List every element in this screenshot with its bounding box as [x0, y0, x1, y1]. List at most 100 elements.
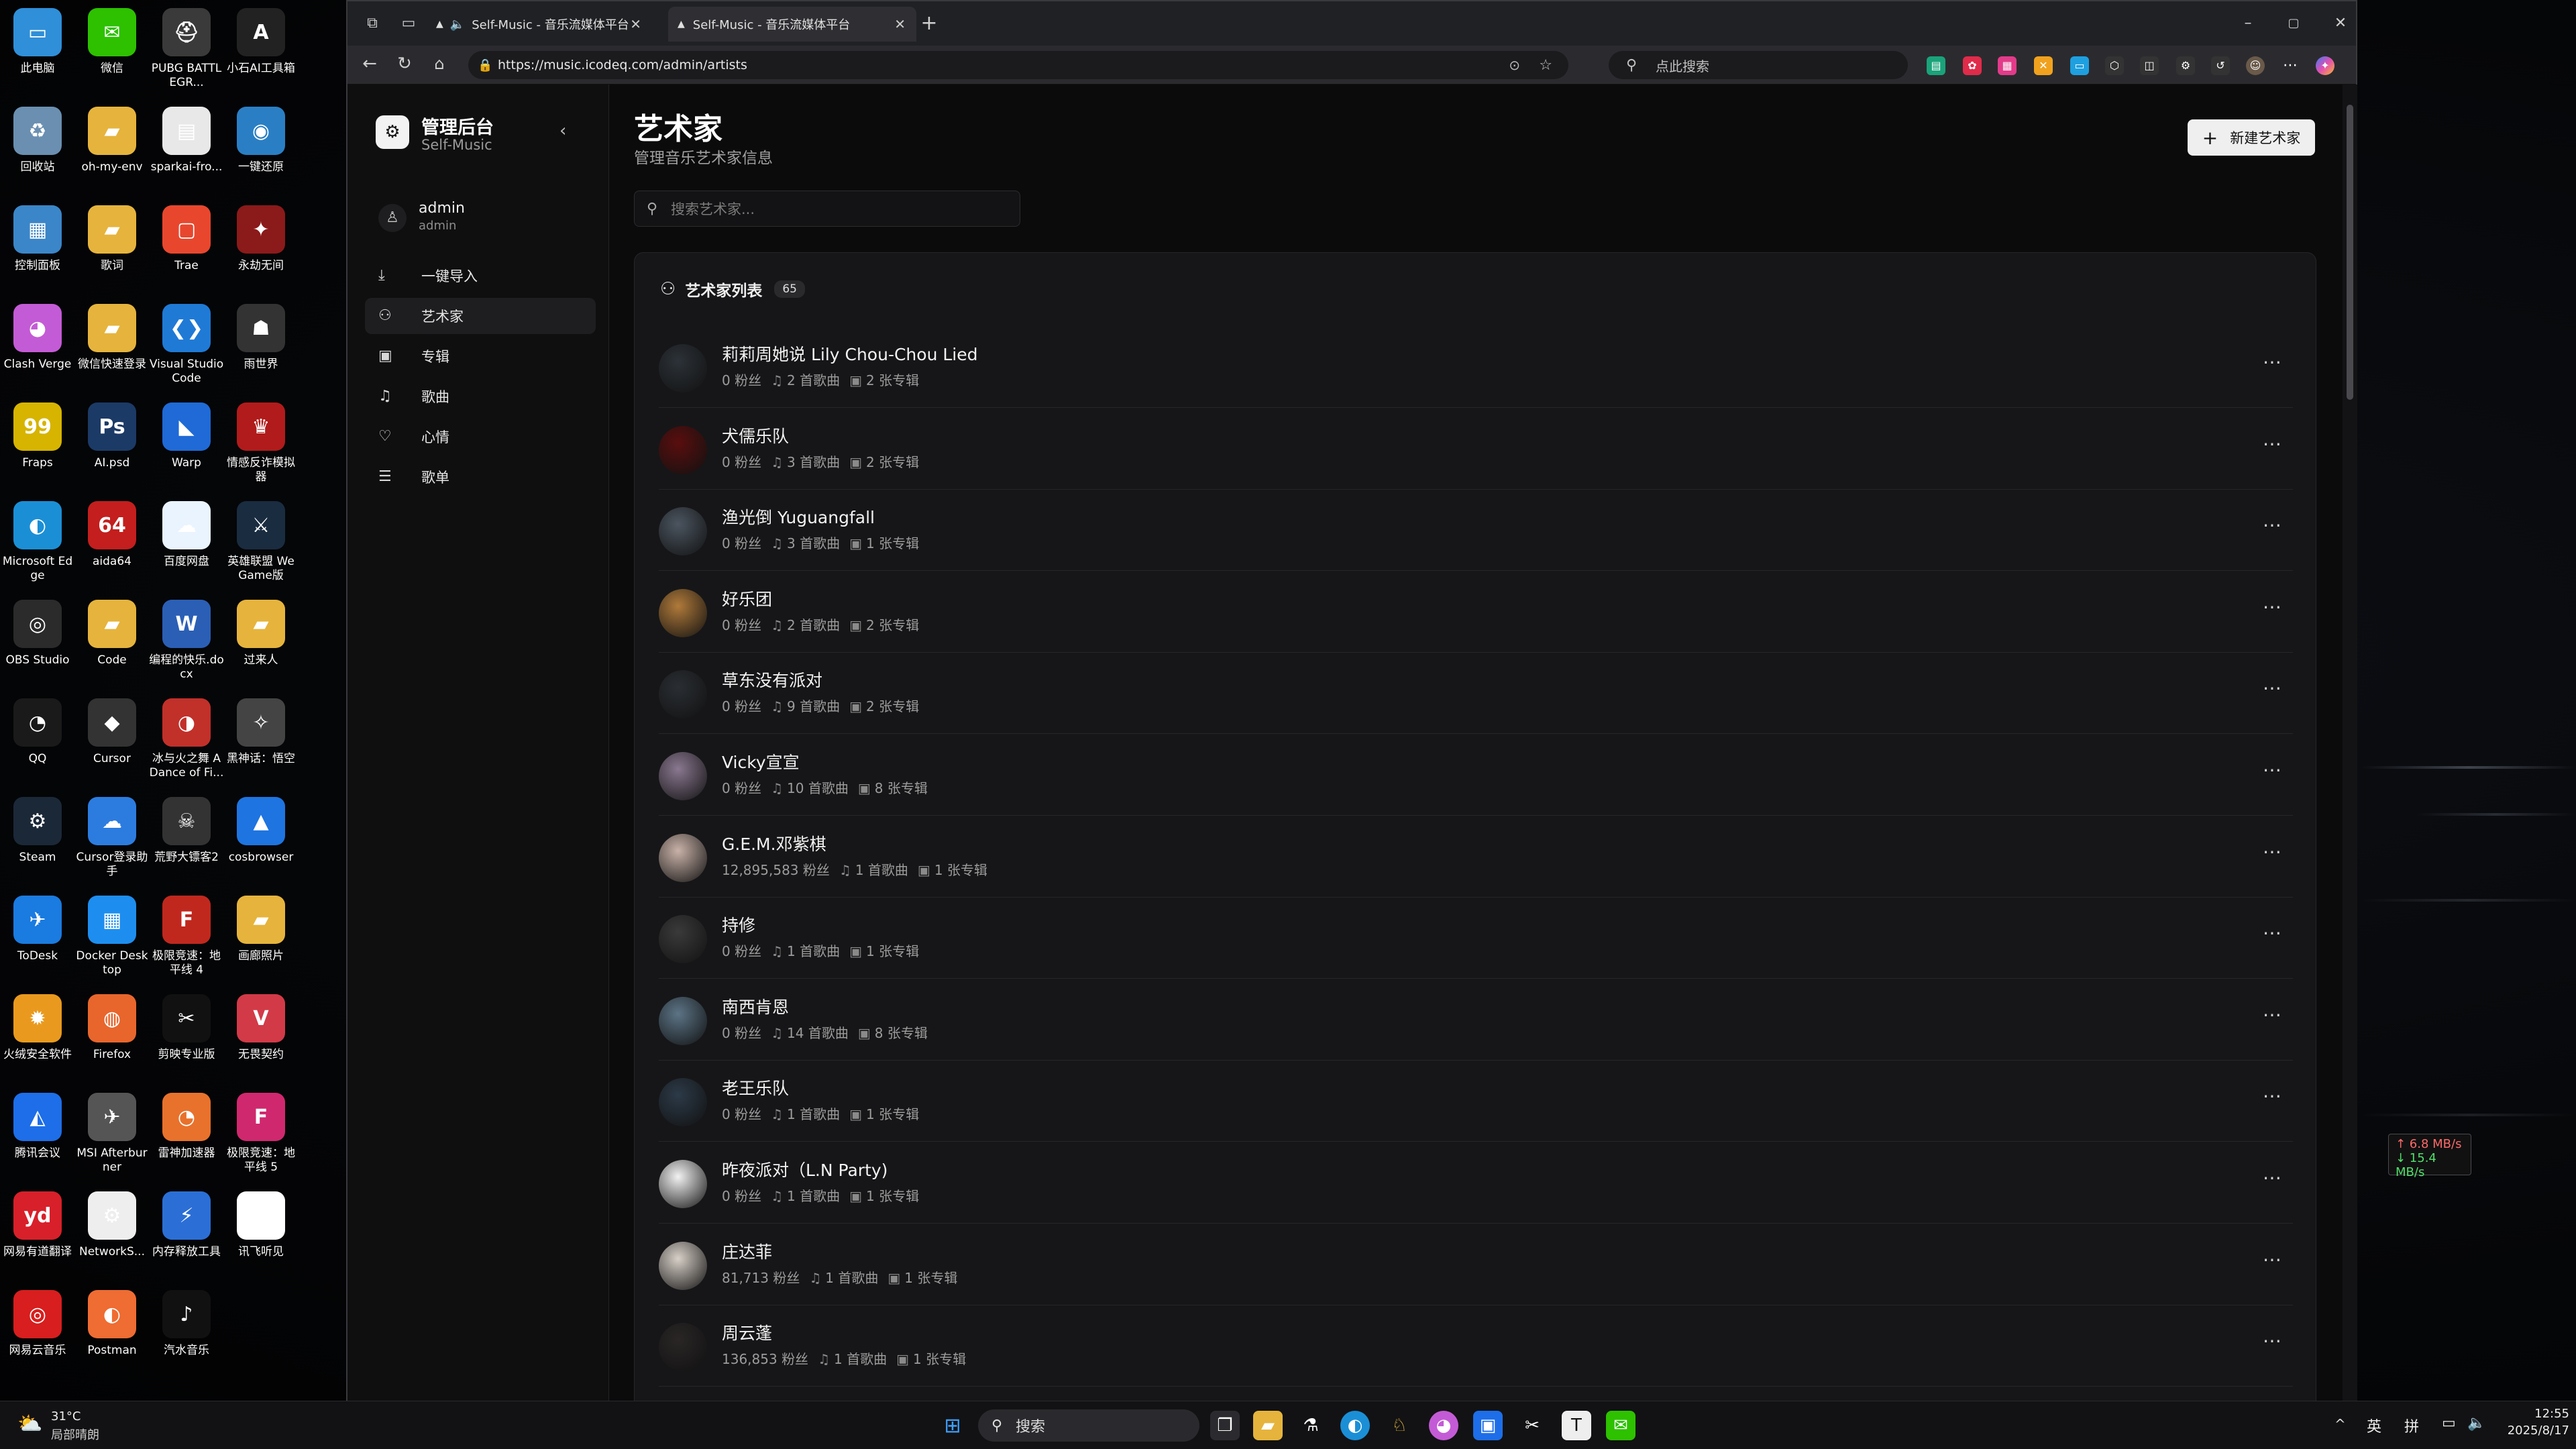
artist-row[interactable]: 庄达菲 81,713 粉丝 ♫ 1 首歌曲 ▣ 1 张专辑 ⋯ [659, 1224, 2293, 1305]
artist-row[interactable]: 老王乐队 0 粉丝 ♫ 1 首歌曲 ▣ 1 张专辑 ⋯ [659, 1061, 2293, 1142]
sidebar-item-list[interactable]: ☰ 歌单 [365, 459, 596, 495]
collapse-sidebar-icon[interactable]: ‹ [559, 121, 566, 141]
tab-close-icon[interactable]: ✕ [894, 16, 906, 32]
more-actions-icon[interactable]: ⋯ [2263, 1004, 2282, 1026]
desktop-icon[interactable]: ⛑ PUBG BATTLEGR... [150, 5, 223, 99]
tab-inactive[interactable]: ▲ 🔈 Self-Music - 音乐流媒体平台 ✕ [427, 7, 652, 42]
extension-icon[interactable]: ⚙ [2176, 56, 2195, 75]
desktop-icon[interactable]: ✧ 黑神话：悟空 [225, 696, 297, 790]
user-card[interactable]: ♙ admin admin [372, 192, 586, 246]
new-tab-icon[interactable]: + [919, 13, 939, 34]
desktop-icon[interactable]: ◑ 冰与火之舞 A Dance of Fi... [150, 696, 223, 790]
volume-icon[interactable]: 🔈 [2467, 1415, 2485, 1432]
more-actions-icon[interactable]: ⋯ [2263, 922, 2282, 944]
desktop-icon[interactable]: ❮❯ Visual Studio Code [150, 301, 223, 395]
profile-avatar[interactable]: ☺ [2246, 56, 2265, 75]
back-icon[interactable]: ← [360, 54, 380, 74]
desktop-icon[interactable]: ✦ 永劫无间 [225, 203, 297, 297]
desktop-icon[interactable]: ▰ 画廊照片 [225, 893, 297, 987]
desktop-icon[interactable]: F 极限竞速：地平线 5 [225, 1090, 297, 1184]
windows-start-icon[interactable]: ⊞ [938, 1411, 967, 1440]
favorite-star-icon[interactable]: ☆ [1539, 57, 1552, 74]
input-lang-secondary[interactable]: 拼 [2404, 1415, 2419, 1436]
clash-icon[interactable]: ◕ [1429, 1411, 1458, 1440]
more-actions-icon[interactable]: ⋯ [2263, 596, 2282, 618]
more-actions-icon[interactable]: ⋯ [2263, 351, 2282, 373]
desktop-icon[interactable]: ♛ 情感反诈模拟器 [225, 400, 297, 494]
extension-icon[interactable]: ▦ [1998, 56, 2017, 75]
desktop-icon[interactable]: ◍ Firefox [76, 991, 148, 1085]
desktop-icon[interactable]: ▰ 过来人 [225, 597, 297, 691]
taskbar-search[interactable]: ⚲ 搜索 [978, 1409, 1199, 1442]
more-actions-icon[interactable]: ⋯ [2263, 433, 2282, 455]
desktop-icon[interactable]: ◐ Postman [76, 1287, 148, 1381]
desktop-icon[interactable]: ▰ 微信快速登录 [76, 301, 148, 395]
reader-icon[interactable]: ⊙ [1509, 57, 1520, 73]
more-actions-icon[interactable]: ⋯ [2263, 677, 2282, 699]
artist-row[interactable]: 犬儒乐队 0 粉丝 ♫ 3 首歌曲 ▣ 2 张专辑 ⋯ [659, 409, 2293, 490]
more-actions-icon[interactable]: ⋯ [2263, 1248, 2282, 1271]
more-actions-icon[interactable]: ⋯ [2263, 1330, 2282, 1352]
home-icon[interactable]: ⌂ [429, 54, 449, 74]
desktop-icon[interactable]: ♻ 回收站 [1, 104, 74, 198]
desktop-icon[interactable]: ◣ Warp [150, 400, 223, 494]
desktop-icon[interactable]: ✉ 微信 [76, 5, 148, 99]
desktop-icon[interactable]: ☁ Cursor登录助手 [76, 794, 148, 888]
desktop-icon[interactable]: ▲ cosbrowser [225, 794, 297, 888]
desktop-icon[interactable]: ✈ ToDesk [1, 893, 74, 987]
desktop-icon[interactable]: yd 网易有道翻译 [1, 1189, 74, 1283]
desktop-icon[interactable]: ▦ 控制面板 [1, 203, 74, 297]
history-icon[interactable]: ↺ [2211, 56, 2230, 75]
refresh-icon[interactable]: ↻ [394, 54, 415, 74]
pinned-app-icon[interactable]: ⚗ [1296, 1411, 1326, 1440]
extension-icon[interactable]: ✿ [1963, 56, 1982, 75]
weather-widget[interactable]: ⛅ 31°C 局部晴朗 [17, 1408, 205, 1443]
more-actions-icon[interactable]: ⋯ [2263, 841, 2282, 863]
desktop-icon[interactable]: ◭ 腾讯会议 [1, 1090, 74, 1184]
copilot-icon[interactable]: ✦ [2316, 56, 2334, 75]
speaker-icon[interactable]: 🔈 [450, 17, 465, 32]
url-field[interactable]: 🔒 https://music.icodeq.com/admin/artists… [468, 51, 1568, 79]
artist-row[interactable]: Vicky宣宣 0 粉丝 ♫ 10 首歌曲 ▣ 8 张专辑 ⋯ [659, 735, 2293, 816]
workspaces-icon[interactable]: ⧉ [362, 13, 382, 34]
artist-row[interactable]: 渔光倒 Yuguangfall 0 粉丝 ♫ 3 首歌曲 ▣ 1 张专辑 ⋯ [659, 490, 2293, 572]
more-actions-icon[interactable]: ⋯ [2263, 1167, 2282, 1189]
artist-row[interactable]: 周云蓬 136,853 粉丝 ♫ 1 首歌曲 ▣ 1 张专辑 ⋯ [659, 1305, 2293, 1387]
sidebar-item-music-note[interactable]: ♫ 歌曲 [365, 378, 596, 415]
more-actions-icon[interactable]: ⋯ [2263, 1085, 2282, 1107]
more-actions-icon[interactable]: ⋯ [2263, 514, 2282, 536]
desktop-icon[interactable]: ◎ OBS Studio [1, 597, 74, 691]
desktop-icon[interactable]: ◐ Microsoft Edge [1, 498, 74, 592]
extension-icon[interactable]: ▤ [1927, 56, 1945, 75]
desktop-icon[interactable]: ◖ 讯飞听见 [225, 1189, 297, 1283]
desktop-icon[interactable]: ☁ 百度网盘 [150, 498, 223, 592]
desktop-icon[interactable]: ▰ Code [76, 597, 148, 691]
desktop-icon[interactable]: ⚔ 英雄联盟 WeGame版 [225, 498, 297, 592]
artist-row[interactable]: 草东没有派对 0 粉丝 ♫ 9 首歌曲 ▣ 2 张专辑 ⋯ [659, 653, 2293, 735]
desktop-icon[interactable]: ✂ 剪映专业版 [150, 991, 223, 1085]
desktop-icon[interactable]: F 极限竞速：地平线 4 [150, 893, 223, 987]
desktop-icon[interactable]: 99 Fraps [1, 400, 74, 494]
network-icon[interactable]: ▭ [2442, 1415, 2456, 1432]
input-lang-primary[interactable]: 英 [2367, 1415, 2381, 1436]
wechat-icon[interactable]: ✉ [1606, 1411, 1635, 1440]
capcut-icon[interactable]: ✂ [1517, 1411, 1547, 1440]
maximize-icon[interactable]: ▢ [2284, 13, 2304, 34]
tab-actions-icon[interactable]: ▭ [398, 13, 419, 34]
new-artist-button[interactable]: + 新建艺术家 [2188, 119, 2315, 156]
extension-icon[interactable]: ◫ [2140, 56, 2159, 75]
file-explorer-icon[interactable]: ▰ [1253, 1411, 1283, 1440]
artist-row[interactable]: 莉莉周她说 Lily Chou-Chou Lied 0 粉丝 ♫ 2 首歌曲 ▣ 2 张专… [659, 327, 2293, 408]
text-app-icon[interactable]: T [1562, 1411, 1591, 1440]
desktop-icon[interactable]: A 小石AI工具箱 [225, 5, 297, 99]
extension-icon[interactable]: ✕ [2034, 56, 2053, 75]
tab-active[interactable]: ▲ Self-Music - 音乐流媒体平台 ✕ [668, 7, 916, 42]
task-view-icon[interactable]: ❐ [1210, 1411, 1240, 1440]
desktop-icon[interactable]: W 编程的快乐.docx [149, 597, 224, 691]
scrollbar-thumb[interactable] [2347, 105, 2353, 400]
minimize-icon[interactable]: – [2238, 13, 2258, 34]
desktop-icon[interactable]: ▦ Docker Desktop [76, 893, 148, 987]
artist-row[interactable]: G.E.M.邓紫棋 12,895,583 粉丝 ♫ 1 首歌曲 ▣ 1 张专辑 ⋯ [659, 816, 2293, 898]
desktop-icon[interactable]: V 无畏契约 [225, 991, 297, 1085]
extension-icon[interactable]: ⬡ [2105, 56, 2124, 75]
